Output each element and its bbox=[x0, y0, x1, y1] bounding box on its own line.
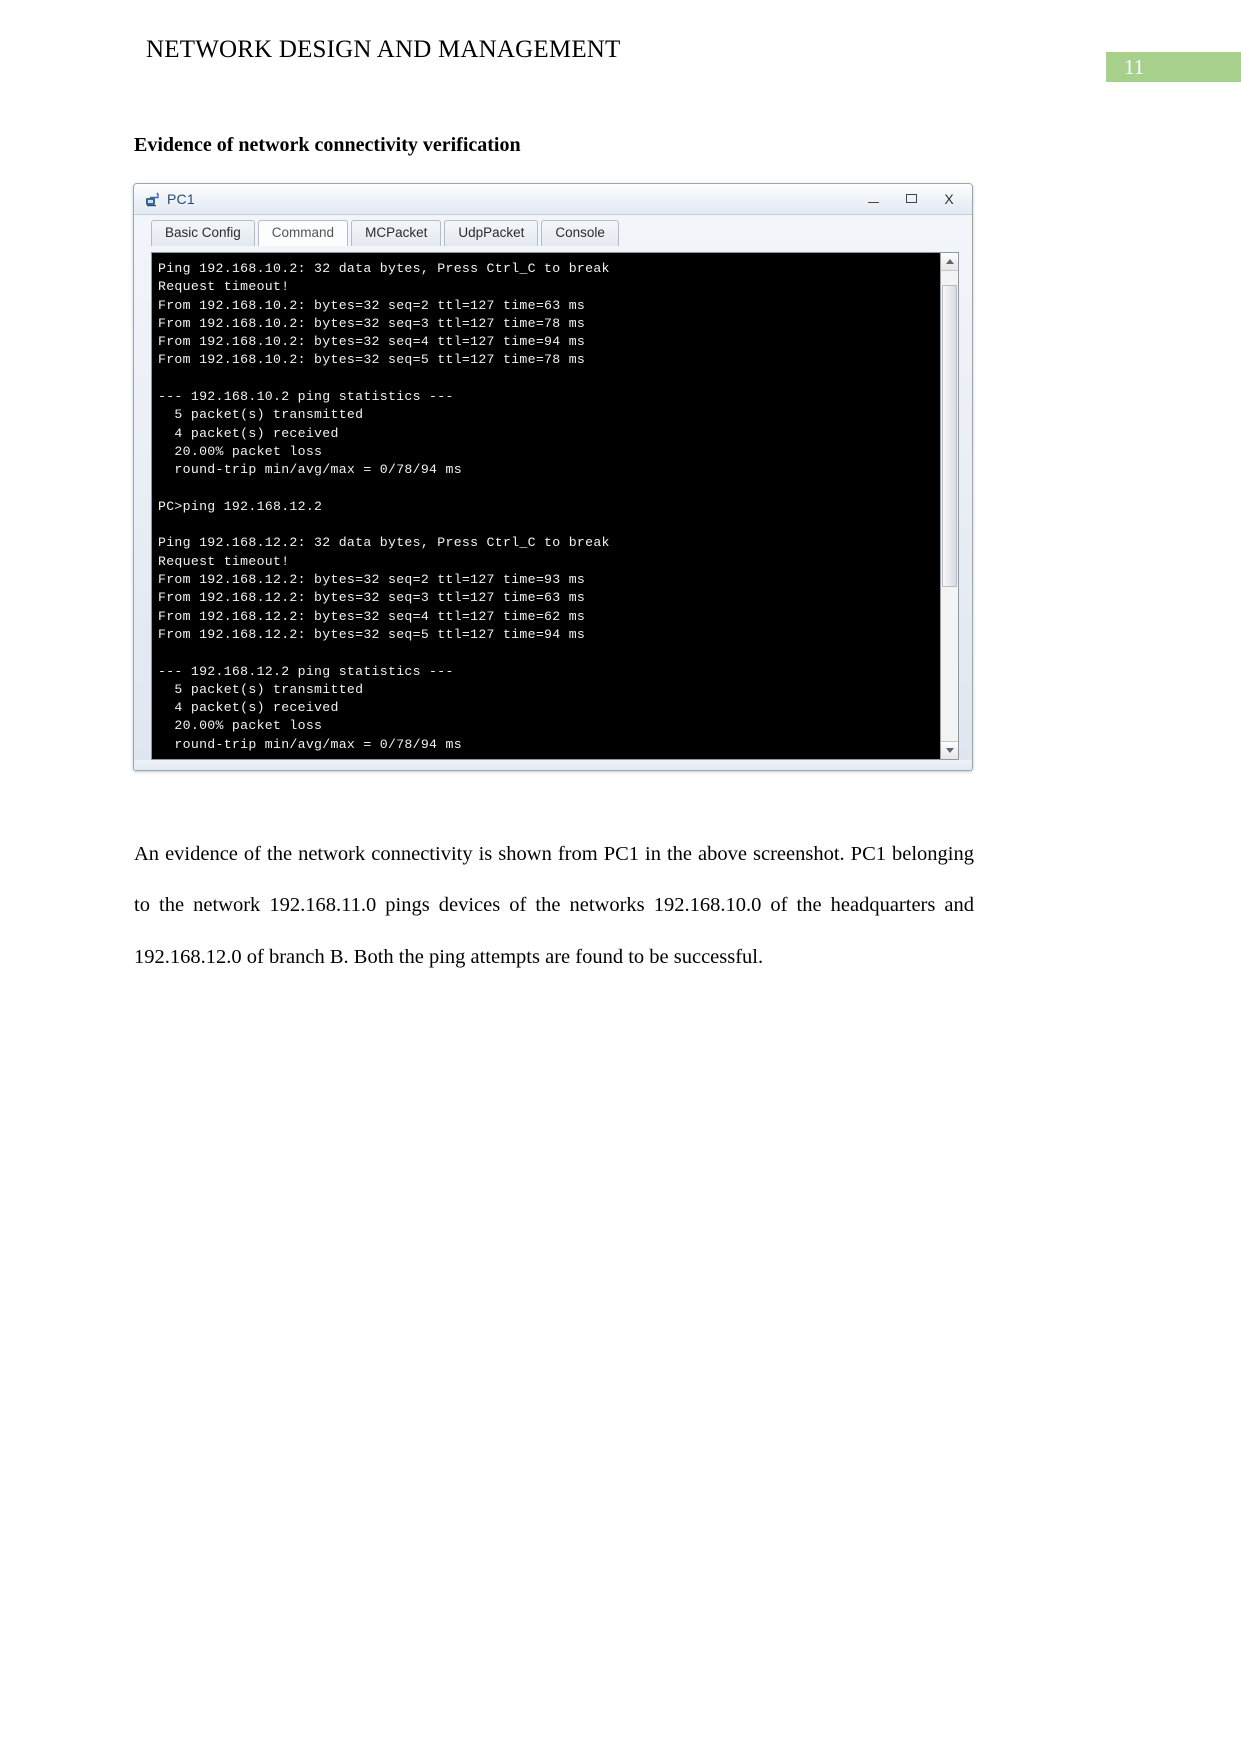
page-number-band: 11 bbox=[1106, 52, 1241, 82]
scrollbar-track[interactable] bbox=[941, 271, 958, 741]
terminal-line: From 192.168.10.2: bytes=32 seq=2 ttl=12… bbox=[158, 297, 586, 313]
minimize-button[interactable] bbox=[854, 186, 892, 211]
terminal-line: From 192.168.12.2: bytes=32 seq=3 ttl=12… bbox=[158, 590, 586, 606]
maximize-button[interactable] bbox=[892, 186, 930, 211]
close-icon: X bbox=[944, 190, 954, 207]
terminal-output[interactable]: Ping 192.168.10.2: 32 data bytes, Press … bbox=[152, 253, 940, 759]
tab-command[interactable]: Command bbox=[257, 220, 349, 246]
terminal-line: 5 packet(s) transmitted bbox=[158, 681, 364, 697]
section-heading: Evidence of network connectivity verific… bbox=[134, 134, 521, 156]
terminal-line: round-trip min/avg/max = 0/78/94 ms bbox=[158, 736, 462, 752]
tab-udppacket[interactable]: UdpPacket bbox=[444, 220, 539, 246]
terminal-line: Ping 192.168.12.2: 32 data bytes, Press … bbox=[158, 535, 610, 551]
terminal-line: Request timeout! bbox=[158, 553, 290, 569]
terminal-line: From 192.168.12.2: bytes=32 seq=4 ttl=12… bbox=[158, 608, 586, 624]
terminal-line: 5 packet(s) transmitted bbox=[158, 407, 364, 423]
terminal-line: PC>ping 192.168.12.2 bbox=[158, 498, 323, 514]
terminal-line: 4 packet(s) received bbox=[158, 700, 339, 716]
terminal-line: --- 192.168.12.2 ping statistics --- bbox=[158, 663, 454, 679]
terminal-line: Request timeout! bbox=[158, 279, 290, 295]
terminal-line: round-trip min/avg/max = 0/78/94 ms bbox=[158, 462, 462, 478]
tab-strip: Basic Config Command MCPacket UdpPacket … bbox=[134, 215, 972, 246]
terminal-line: From 192.168.10.2: bytes=32 seq=5 ttl=12… bbox=[158, 352, 586, 368]
terminal-line: From 192.168.12.2: bytes=32 seq=2 ttl=12… bbox=[158, 572, 586, 588]
tab-mcpacket[interactable]: MCPacket bbox=[351, 220, 442, 246]
page-header: NETWORK DESIGN AND MANAGEMENT 11 bbox=[0, 36, 1241, 86]
document-header-title: NETWORK DESIGN AND MANAGEMENT bbox=[146, 36, 621, 63]
terminal-line: From 192.168.12.2: bytes=32 seq=5 ttl=12… bbox=[158, 626, 586, 642]
window-controls: X bbox=[854, 186, 968, 211]
window-title: PC1 bbox=[167, 191, 195, 207]
tab-basic-config[interactable]: Basic Config bbox=[151, 220, 255, 246]
terminal-scrollbar[interactable] bbox=[940, 253, 958, 759]
close-button[interactable]: X bbox=[930, 186, 968, 211]
terminal-line: From 192.168.10.2: bytes=32 seq=4 ttl=12… bbox=[158, 334, 586, 350]
page-number: 11 bbox=[1124, 54, 1145, 79]
pc1-application-window: PC1 X Basic Config Command MCPacket UdpP… bbox=[133, 183, 973, 771]
tab-console[interactable]: Console bbox=[541, 220, 619, 246]
terminal-panel: Ping 192.168.10.2: 32 data bytes, Press … bbox=[151, 252, 959, 760]
scroll-down-arrow-button[interactable] bbox=[941, 741, 958, 759]
terminal-line: From 192.168.10.2: bytes=32 seq=3 ttl=12… bbox=[158, 315, 586, 331]
scrollbar-thumb[interactable] bbox=[942, 285, 957, 587]
terminal-line: 4 packet(s) received bbox=[158, 425, 339, 441]
chevron-down-icon bbox=[945, 748, 954, 753]
maximize-icon bbox=[905, 194, 917, 203]
terminal-line: Ping 192.168.10.2: 32 data bytes, Press … bbox=[158, 261, 610, 276]
terminal-line: --- 192.168.10.2 ping statistics --- bbox=[158, 389, 454, 405]
chevron-up-icon bbox=[945, 259, 954, 264]
window-titlebar[interactable]: PC1 X bbox=[134, 184, 972, 215]
minimize-icon bbox=[867, 201, 879, 203]
terminal-line: 20.00% packet loss bbox=[158, 443, 323, 459]
body-paragraph: An evidence of the network connectivity … bbox=[134, 842, 974, 968]
terminal-line: 20.00% packet loss bbox=[158, 718, 323, 734]
pc-device-icon bbox=[145, 191, 161, 207]
scroll-up-arrow-button[interactable] bbox=[941, 253, 958, 271]
window-footer bbox=[134, 760, 972, 770]
